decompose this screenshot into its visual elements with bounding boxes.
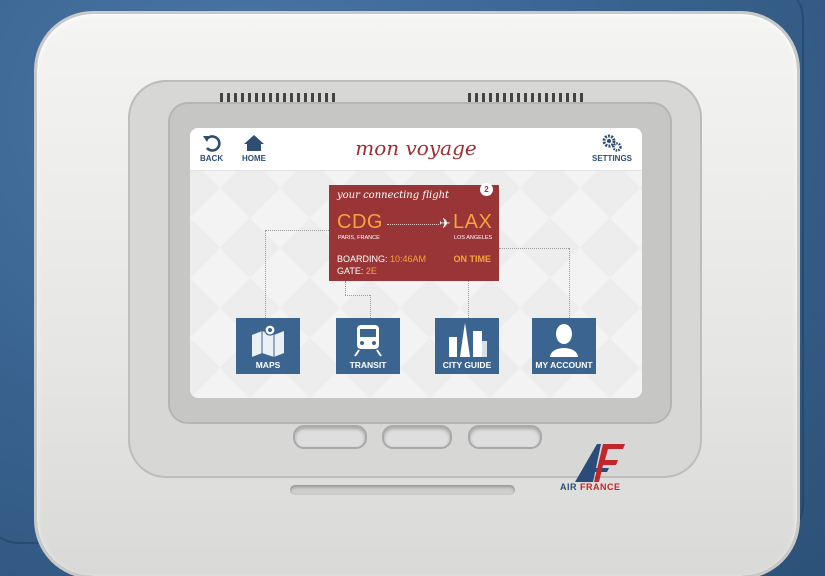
- gate-info: GATE: 2E: [337, 266, 377, 276]
- gate-label: GATE:: [337, 266, 364, 276]
- hardware-button-center[interactable]: [382, 425, 452, 449]
- connector-line: [468, 281, 469, 318]
- boarding-info: BOARDING: 10:46AM: [337, 254, 426, 264]
- connector-line: [345, 295, 370, 296]
- maps-tile[interactable]: MAPS: [236, 318, 300, 374]
- brand-wordmark: AIR FRANCE: [560, 482, 621, 492]
- connector-line: [370, 295, 371, 318]
- map-icon: [252, 324, 284, 357]
- origin-city: PARIS, FRANCE: [338, 235, 380, 241]
- city-guide-tile[interactable]: CITY GUIDE: [435, 318, 499, 374]
- touch-screen: BACK HOME mon voyage SETTINGS 2 your con…: [190, 128, 642, 398]
- hardware-button-right[interactable]: [468, 425, 542, 449]
- transit-label: TRANSIT: [349, 360, 387, 370]
- boarding-label: BOARDING:: [337, 254, 388, 264]
- brand-air: AIR: [560, 482, 577, 492]
- route-line: [387, 224, 439, 225]
- speaker-vent-right: [468, 93, 583, 102]
- card-header: your connecting flight: [337, 190, 450, 201]
- connector-line: [569, 248, 570, 318]
- top-bar: BACK HOME mon voyage SETTINGS: [190, 128, 642, 171]
- maps-label: MAPS: [255, 360, 281, 370]
- gears-icon: [602, 134, 622, 152]
- origin-code: CDG: [337, 211, 383, 233]
- settings-label: SETTINGS: [592, 154, 633, 163]
- user-icon: [550, 324, 578, 357]
- destination-city: LOS ANGELES: [454, 235, 493, 241]
- flight-status: ON TIME: [453, 254, 492, 264]
- connector-line: [265, 230, 266, 318]
- city-guide-label: CITY GUIDE: [442, 360, 492, 370]
- airplane-icon: ✈: [439, 215, 451, 231]
- city-skyline-icon: [449, 323, 487, 357]
- connector-line: [345, 281, 346, 295]
- connector-line: [265, 230, 329, 231]
- connecting-flight-card[interactable]: 2 your connecting flight CDG PARIS, FRAN…: [329, 183, 499, 281]
- my-account-tile[interactable]: MY ACCOUNT: [532, 318, 596, 374]
- settings-button[interactable]: SETTINGS: [592, 134, 632, 163]
- card-slot: [290, 485, 515, 495]
- speaker-vent-left: [220, 93, 335, 102]
- my-account-label: MY ACCOUNT: [535, 360, 593, 370]
- notification-badge: 2: [480, 183, 493, 196]
- hardware-button-left[interactable]: [293, 425, 367, 449]
- boarding-time: 10:46AM: [390, 254, 427, 264]
- connector-line: [499, 248, 569, 249]
- destination-code: LAX: [453, 211, 493, 233]
- transit-tile[interactable]: TRANSIT: [336, 318, 400, 374]
- page-title: mon voyage: [355, 136, 477, 160]
- brand-france: FRANCE: [580, 482, 621, 492]
- gate-value: 2E: [365, 266, 377, 276]
- train-icon: [354, 325, 382, 357]
